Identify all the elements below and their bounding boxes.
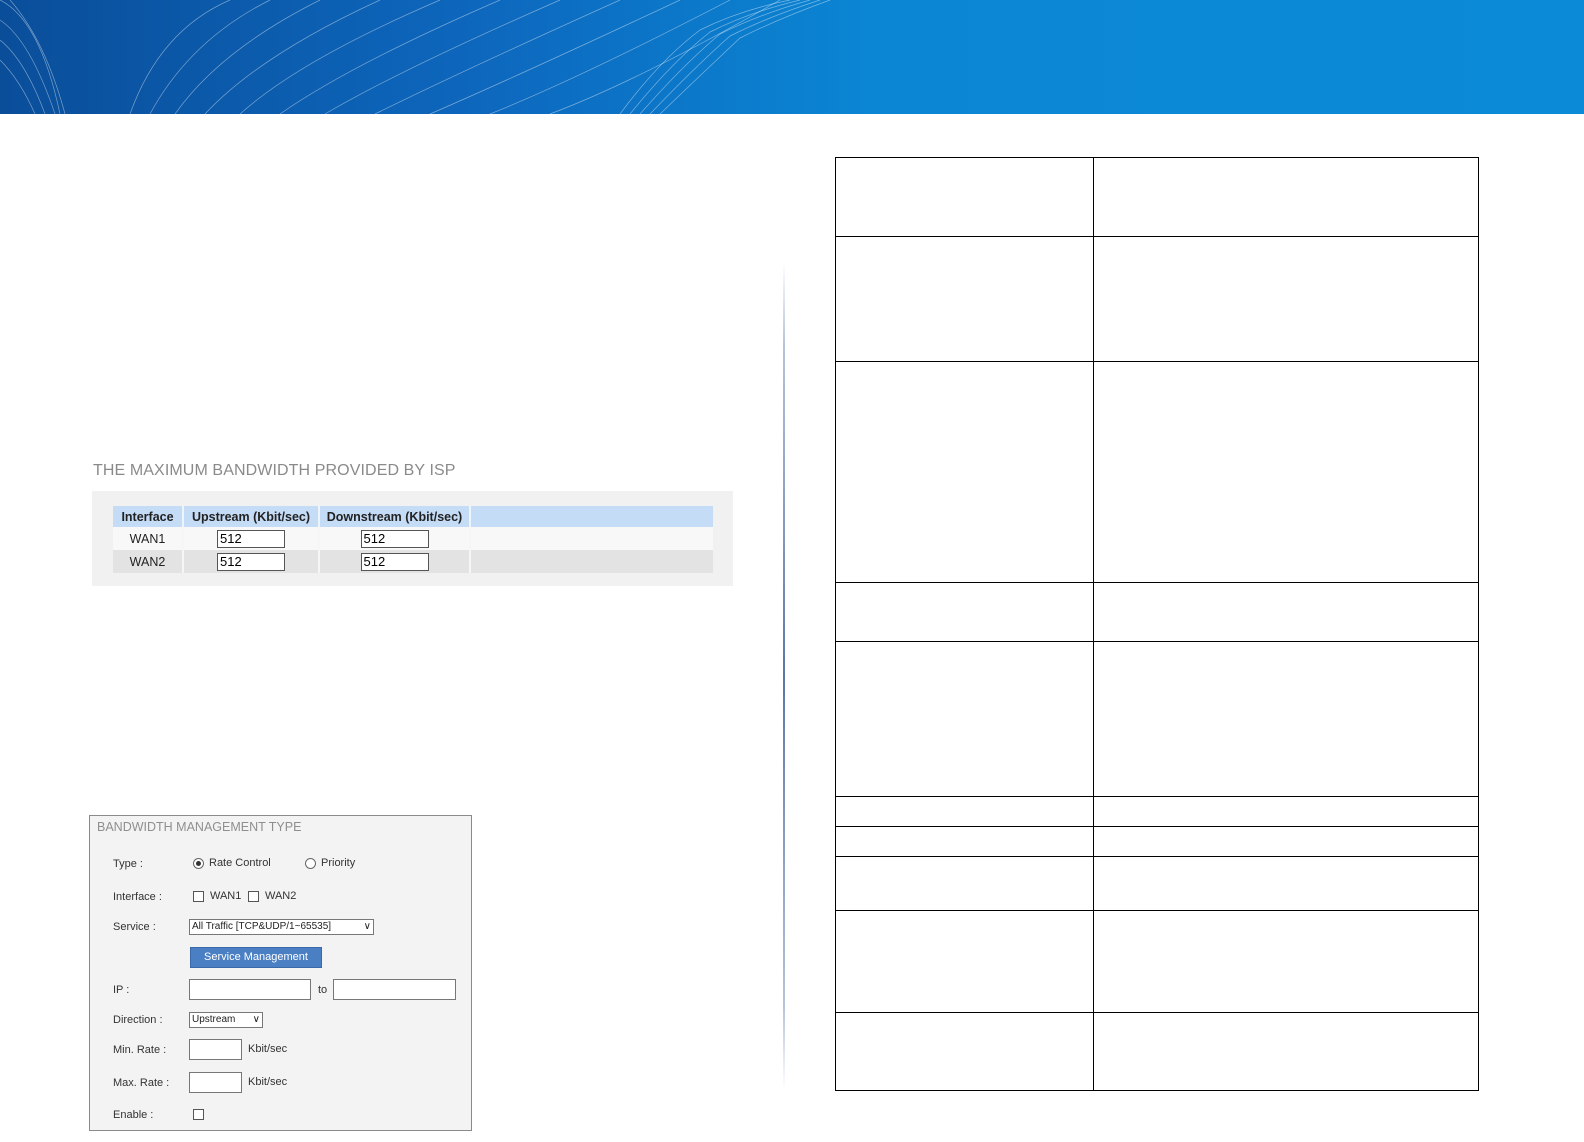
interface-cell: WAN2 [113, 550, 184, 573]
type-rate-control-option[interactable]: Rate Control [193, 857, 271, 869]
enable-label: Enable : [113, 1109, 154, 1121]
table-row: WAN2 [113, 550, 713, 573]
interface-wan2-option[interactable]: WAN2 [248, 890, 296, 902]
interface-label: Interface : [113, 891, 162, 903]
priority-label: Priority [321, 857, 356, 869]
wan1-downstream-input[interactable] [360, 529, 429, 548]
table-row [835, 826, 1479, 857]
checkbox-icon[interactable] [248, 890, 259, 902]
rate-control-label: Rate Control [209, 857, 271, 869]
min-rate-input[interactable] [189, 1039, 242, 1060]
wan1-upstream-input[interactable] [217, 529, 285, 548]
table-row: WAN1 [113, 527, 713, 550]
min-rate-label: Min. Rate : [113, 1044, 167, 1056]
isp-bandwidth-panel: Interface Upstream (Kbit/sec) Downstream… [92, 491, 733, 586]
bandwidth-management-panel: BANDWIDTH MANAGEMENT TYPE Type : Rate Co… [89, 815, 472, 1131]
table-row [835, 236, 1479, 362]
header-banner [0, 0, 1584, 114]
col-empty [470, 506, 713, 527]
wan2-label: WAN2 [265, 890, 297, 902]
service-management-button[interactable]: Service Management [190, 947, 322, 968]
min-rate-unit: Kbit/sec [248, 1043, 288, 1055]
isp-bandwidth-table: Interface Upstream (Kbit/sec) Downstream… [113, 506, 713, 573]
ip-to-label: to [318, 984, 328, 996]
service-label: Service : [113, 921, 156, 933]
interface-cell: WAN1 [113, 527, 184, 550]
table-row [835, 856, 1479, 911]
description-table [835, 157, 1479, 1091]
table-row [835, 910, 1479, 1013]
max-rate-input[interactable] [189, 1072, 242, 1093]
banner-pattern [0, 0, 831, 114]
chevron-down-icon: ∨ [252, 1014, 260, 1025]
interface-wan1-option[interactable]: WAN1 [193, 890, 241, 902]
col-interface: Interface [113, 506, 184, 527]
radio-icon[interactable] [305, 857, 316, 869]
service-selected-value: All Traffic [TCP&UDP/1~65535] [192, 921, 332, 932]
table-header-row: Interface Upstream (Kbit/sec) Downstream… [113, 506, 713, 527]
type-priority-option[interactable]: Priority [305, 857, 355, 869]
table-row [835, 1012, 1479, 1091]
table-row [835, 796, 1479, 827]
bmt-panel-title: BANDWIDTH MANAGEMENT TYPE [97, 820, 302, 834]
column-divider [783, 262, 785, 1090]
direction-selected-value: Upstream [192, 1014, 236, 1025]
ip-start-input[interactable] [189, 979, 311, 1000]
table-row [835, 582, 1479, 642]
type-label: Type : [113, 858, 143, 870]
table-row [835, 361, 1479, 583]
max-rate-unit: Kbit/sec [248, 1076, 288, 1088]
enable-checkbox[interactable] [193, 1108, 210, 1120]
col-downstream: Downstream (Kbit/sec) [319, 506, 471, 527]
chevron-down-icon: ∨ [363, 921, 371, 932]
direction-label: Direction : [113, 1014, 163, 1026]
isp-section-title: THE MAXIMUM BANDWIDTH PROVIDED BY ISP [93, 462, 456, 479]
wan1-label: WAN1 [210, 890, 242, 902]
checkbox-icon[interactable] [193, 890, 204, 902]
service-select[interactable]: All Traffic [TCP&UDP/1~65535] ∨ [189, 919, 374, 935]
wan2-downstream-input[interactable] [360, 552, 429, 571]
col-upstream: Upstream (Kbit/sec) [183, 506, 320, 527]
table-row [835, 641, 1479, 797]
checkbox-icon[interactable] [193, 1108, 204, 1120]
direction-select[interactable]: Upstream ∨ [189, 1012, 263, 1028]
ip-label: IP : [113, 984, 130, 996]
max-rate-label: Max. Rate : [113, 1077, 170, 1089]
wan2-upstream-input[interactable] [217, 552, 285, 571]
table-row [835, 157, 1479, 237]
radio-selected-icon[interactable] [193, 857, 204, 869]
ip-end-input[interactable] [333, 979, 456, 1000]
